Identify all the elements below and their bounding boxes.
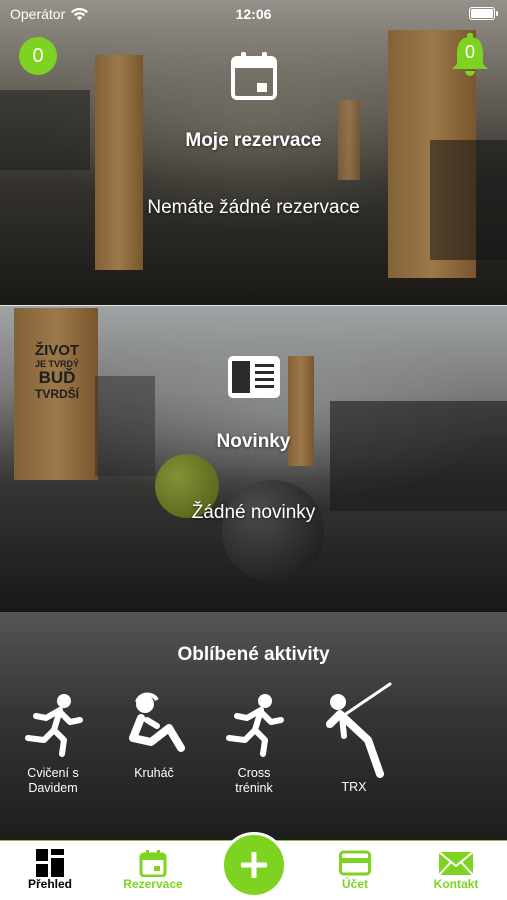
news-icon <box>227 356 280 398</box>
envelope-icon <box>438 851 474 876</box>
situp-icon <box>129 692 185 752</box>
reservations-empty-text: Nemáte žádné rezervace <box>147 197 360 218</box>
battery-icon <box>469 7 498 20</box>
reservations-count-badge[interactable]: 0 <box>19 37 57 75</box>
activity-item[interactable]: Cross trénink <box>204 692 304 796</box>
trx-icon <box>326 682 392 778</box>
activity-label: Cross trénink <box>235 766 273 795</box>
favorites-title: Oblíbené aktivity <box>177 644 330 665</box>
news-title: Novinky <box>216 431 291 452</box>
activity-label: TRX <box>341 780 367 794</box>
activity-label: Kruháč <box>134 766 174 780</box>
news-card[interactable]: ŽIVOT JE TVRDÝ BUĎ TVRDŠÍ Novinky Žádné … <box>0 306 507 612</box>
plus-icon <box>241 852 267 878</box>
tab-label: Přehled <box>27 877 72 891</box>
tab-overview[interactable]: Přehled <box>0 841 100 900</box>
tab-account[interactable]: Účet <box>305 841 405 900</box>
tab-label: Účet <box>341 877 368 891</box>
notifications-bell-icon[interactable]: 0 <box>450 33 490 77</box>
calendar-icon <box>139 850 167 877</box>
clock: 12:06 <box>235 6 272 22</box>
dashboard-icon <box>36 849 64 877</box>
calendar-icon <box>230 52 277 100</box>
tab-contact[interactable]: Kontakt <box>406 841 506 900</box>
reservations-title: Moje rezervace <box>185 130 322 151</box>
tab-label: Rezervace <box>123 877 183 891</box>
activity-item[interactable]: TRX <box>304 682 404 795</box>
activity-item[interactable]: Kruháč <box>104 692 204 781</box>
activity-item[interactable]: Cvičení s Davidem <box>3 692 103 796</box>
notifications-count: 0 <box>464 42 475 62</box>
tab-label: Kontakt <box>433 877 479 891</box>
running-icon <box>25 694 83 757</box>
favorite-activities: Oblíbené aktivity Cvičení s Davidem Kruh… <box>0 612 507 840</box>
status-bar: Operátor 12:06 <box>0 0 507 28</box>
activity-label: Cvičení s Davidem <box>27 766 79 795</box>
tab-reservations[interactable]: Rezervace <box>103 841 203 900</box>
credit-card-icon <box>339 850 371 876</box>
news-empty-text: Žádné novinky <box>191 502 316 523</box>
reservations-card[interactable]: Moje rezervace Nemáte žádné rezervace <box>0 0 507 305</box>
running-icon <box>226 694 284 757</box>
add-reservation-button[interactable] <box>221 832 287 898</box>
